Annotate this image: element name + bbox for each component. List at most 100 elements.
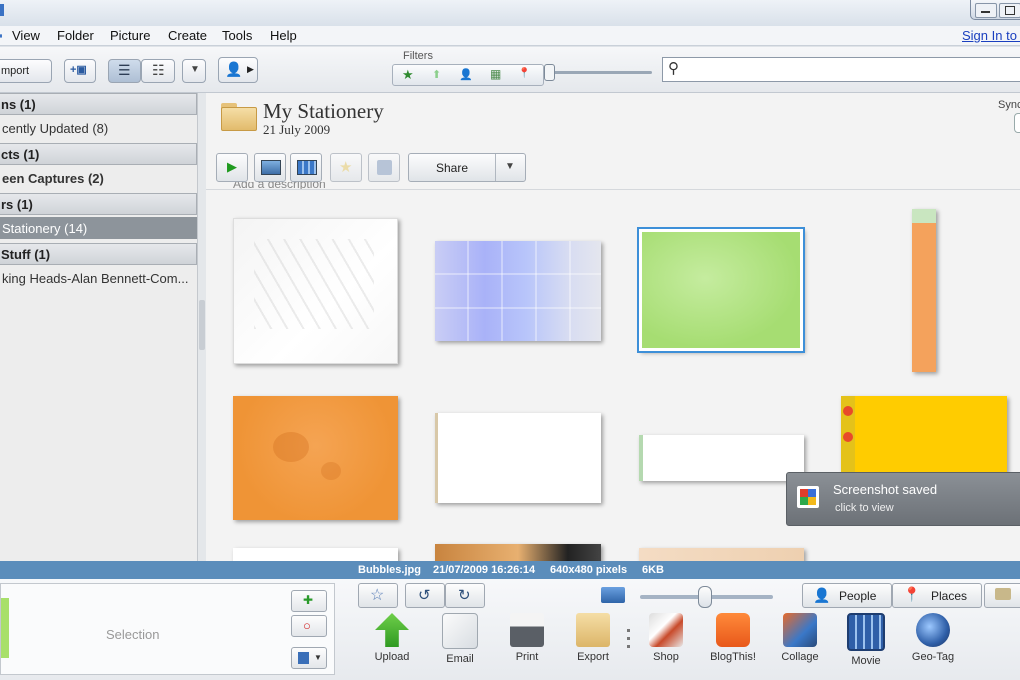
movie-button[interactable]: Movie [836, 613, 896, 667]
menu-create[interactable]: Create [168, 28, 207, 43]
sidebar-item-talking-heads[interactable]: king Heads-Alan Bennett-Com... [0, 267, 197, 289]
status-datetime: 21/07/2009 16:26:14 [433, 564, 536, 576]
photo-thumbnail[interactable] [233, 218, 398, 364]
menu-tools[interactable]: Tools [222, 28, 252, 43]
play-icon: ▶ [227, 159, 237, 174]
photo-thumbnail[interactable] [639, 435, 804, 481]
filter-slider-track[interactable] [548, 71, 652, 74]
window-controls [970, 0, 1020, 20]
map-pin-icon: 📍 [903, 586, 921, 602]
geotag-filter-icon[interactable]: 📍 [518, 68, 530, 79]
menu-help[interactable]: Help [270, 28, 297, 43]
envelope-icon [442, 613, 478, 649]
people-label: People [839, 589, 877, 603]
sidebar-item-screen-captures[interactable]: een Captures (2) [0, 167, 197, 189]
email-button[interactable]: Email [430, 613, 490, 665]
tags-button[interactable] [984, 583, 1020, 608]
globe-icon [916, 613, 950, 647]
places-label: Places [931, 589, 968, 603]
people-filter-icon[interactable]: 👤 [459, 68, 473, 81]
sidebar: ns (1) cently Updated (8) cts (1) een Ca… [0, 93, 198, 561]
places-button[interactable]: 📍 Places [892, 583, 982, 608]
tool-label: Print [515, 651, 539, 663]
view-thumbnails-button[interactable]: ☰ [108, 59, 141, 83]
photo-thumbnail[interactable] [233, 396, 398, 520]
people-slideshow-button[interactable]: 👤 ▶ [218, 57, 258, 83]
save-button[interactable] [368, 153, 400, 182]
menu-folder[interactable]: Folder [57, 28, 94, 43]
tool-label: Geo-Tag [911, 651, 955, 663]
view-details-button[interactable]: ☷ [141, 59, 175, 83]
geotag-button[interactable]: Geo-Tag [903, 613, 963, 663]
selection-pane: Selection ✚ ○ ▼ [0, 583, 335, 675]
sidebar-item-recently-updated[interactable]: cently Updated (8) [0, 117, 197, 139]
tool-label: Collage [781, 651, 819, 663]
export-button[interactable]: Export [563, 613, 623, 663]
star-tray-button[interactable]: ☆ [358, 583, 398, 608]
people-button[interactable]: 👤 People [802, 583, 892, 608]
screenshot-saved-toast[interactable]: Screenshot saved click to view [786, 472, 1020, 526]
photo-thumbnail[interactable] [233, 548, 398, 561]
add-to-album-dropdown[interactable]: ▼ [291, 647, 327, 669]
search-input[interactable]: ⚲ [662, 57, 1020, 82]
splitter-grip[interactable] [199, 300, 205, 350]
selection-label: Selection [106, 627, 160, 642]
sign-in-link[interactable]: Sign In to W [962, 28, 1020, 43]
clear-button[interactable]: ○ [291, 615, 327, 637]
sidebar-header-folders[interactable]: rs (1) [0, 193, 197, 215]
tool-label: Upload [374, 651, 410, 663]
chevron-down-icon[interactable]: ▼ [505, 161, 515, 172]
make-collage-button[interactable] [290, 153, 322, 182]
photo-thumbnail[interactable] [435, 544, 601, 561]
play-slideshow-button[interactable]: ▶ [216, 153, 248, 182]
print-button[interactable]: Print [497, 613, 557, 663]
upload-button[interactable]: Upload [362, 613, 422, 663]
photo-thumbnail[interactable] [435, 241, 601, 341]
import-button[interactable]: mport [0, 59, 52, 83]
movie-filter-icon[interactable]: ▦ [490, 67, 501, 81]
disk-icon [377, 160, 392, 175]
photo-thumbnail[interactable] [841, 396, 1007, 482]
status-bar: Bubbles.jpg 21/07/2009 16:26:14 640x480 … [0, 561, 1020, 579]
blogthis-button[interactable]: BlogThis! [703, 613, 763, 663]
star-filter-icon[interactable]: ★ [402, 67, 414, 83]
star-button[interactable]: ★ [330, 153, 362, 182]
photo-thumbnail[interactable] [639, 548, 804, 561]
photo-thumbnail-selected[interactable] [637, 227, 805, 353]
status-filename: Bubbles.jpg [358, 564, 421, 576]
filter-slider-handle[interactable] [544, 64, 555, 81]
toast-subtitle[interactable]: click to view [835, 502, 894, 514]
sync-toggle[interactable] [1014, 113, 1020, 133]
share-button[interactable]: Share ▼ [408, 153, 526, 182]
chevron-down-icon: ▼ [190, 64, 200, 75]
shop-button[interactable]: Shop [636, 613, 696, 663]
collage-button[interactable]: Collage [770, 613, 830, 663]
rotate-left-button[interactable]: ↺ [405, 583, 445, 608]
photo-thumbnail[interactable] [912, 209, 936, 372]
add-to-album-button[interactable]: +▣ [64, 59, 96, 83]
sidebar-header-albums[interactable]: ns (1) [0, 93, 197, 115]
app-icon [0, 4, 4, 16]
hold-button[interactable]: ✚ [291, 590, 327, 612]
sidebar-header-projects[interactable]: cts (1) [0, 143, 197, 165]
tag-icon [995, 588, 1011, 600]
share-divider [495, 154, 496, 181]
uploaded-filter-icon[interactable]: ⬆ [432, 68, 441, 81]
folder-icon [221, 101, 257, 131]
rotate-right-button[interactable]: ↻ [445, 583, 485, 608]
menu-picture[interactable]: Picture [110, 28, 150, 43]
share-label: Share [436, 161, 469, 175]
chevron-down-icon: ▼ [314, 653, 322, 662]
sidebar-item-my-stationery[interactable]: Stationery (14) [0, 217, 197, 239]
photo-thumbnail[interactable] [435, 413, 601, 503]
view-dropdown-button[interactable]: ▼ [182, 59, 206, 83]
minimize-icon[interactable] [975, 3, 997, 18]
export-folder-icon [576, 613, 610, 647]
picasa-logo-icon [797, 486, 819, 508]
selected-photo-thumbnail[interactable] [1, 598, 9, 658]
maximize-icon[interactable] [999, 3, 1020, 18]
menu-view[interactable]: View [12, 28, 40, 43]
add-photos-button[interactable] [254, 153, 286, 182]
sidebar-header-other-stuff[interactable]: Stuff (1) [0, 243, 197, 265]
zoom-slider-handle[interactable] [698, 586, 712, 608]
